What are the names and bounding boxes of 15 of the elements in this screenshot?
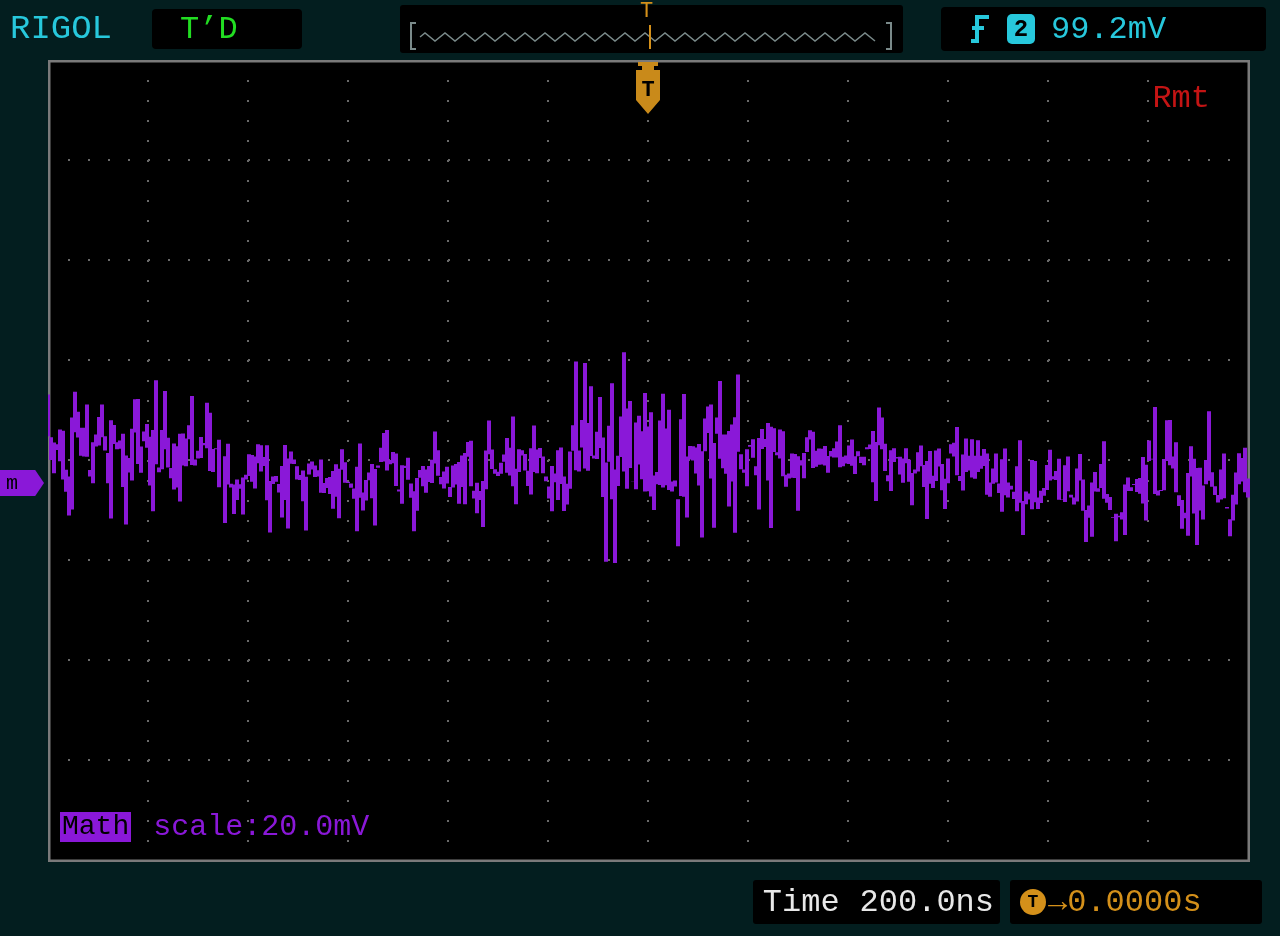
trigger-level: 99.2mV xyxy=(1051,10,1167,48)
remote-indicator: Rmt xyxy=(1152,80,1210,117)
rising-edge-icon xyxy=(969,15,991,43)
math-label: Math xyxy=(60,812,132,842)
trigger-status: T’D xyxy=(152,9,302,49)
channel-badge: 2 xyxy=(1007,14,1035,44)
timebase-label: Time xyxy=(762,883,840,921)
math-channel-marker: m xyxy=(0,470,44,496)
trigger-badge: T xyxy=(1020,889,1046,915)
math-scale: scale:20.0mV xyxy=(153,810,370,844)
memory-waveform-icon xyxy=(410,21,892,51)
timebase-value: 200.0ns xyxy=(859,883,994,921)
trigger-position-marker: T xyxy=(640,1,654,23)
delay-value: →0.0000s xyxy=(1048,883,1202,921)
brand-logo: RIGOL xyxy=(10,10,114,48)
